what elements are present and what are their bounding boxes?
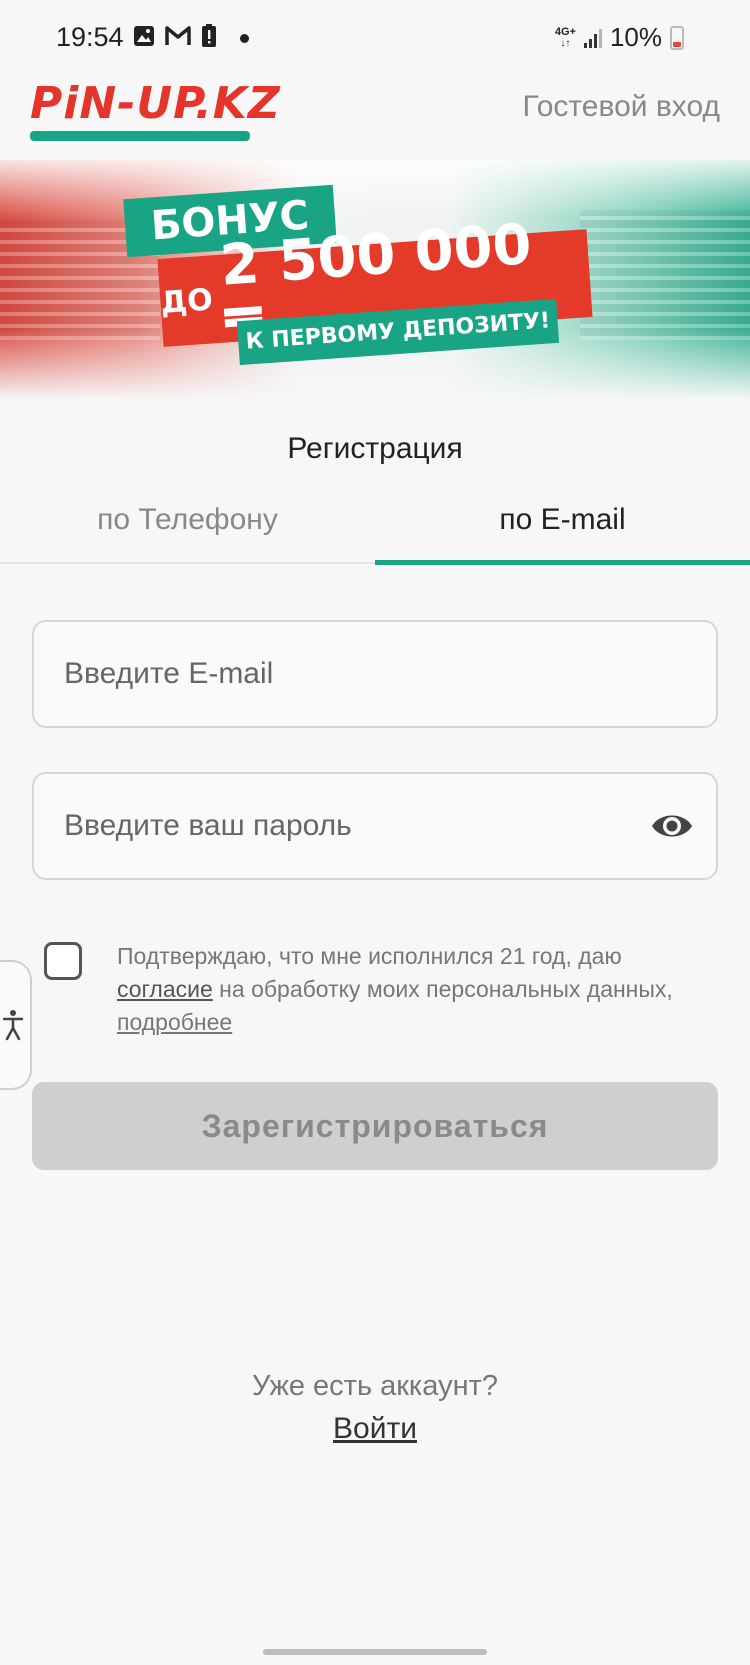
banner-amount-prefix: ДО (159, 281, 214, 321)
registration-tabs: по Телефону по E-mail (0, 498, 750, 565)
consent-checkbox[interactable] (44, 942, 82, 980)
consent-link[interactable]: согласие (117, 976, 213, 1002)
accessibility-icon (3, 1010, 23, 1041)
image-icon (134, 26, 154, 46)
guest-login-link[interactable]: Гостевой вход (522, 90, 720, 124)
logo-text: PiN-UP.KZ (30, 78, 281, 129)
password-input[interactable] (34, 774, 716, 878)
password-field[interactable] (32, 772, 718, 880)
pinup-logo[interactable]: PiN-UP.KZ (30, 78, 281, 141)
page-title: Регистрация (287, 432, 463, 465)
home-indicator[interactable] (263, 1649, 487, 1655)
more-link[interactable]: подробнее (117, 1009, 232, 1035)
network-type: 4G+ ↓↑ (554, 25, 576, 49)
bonus-banner[interactable]: БОНУС ДО 2 500 000 ₸ К ПЕРВОМУ ДЕПОЗИТУ! (0, 160, 750, 400)
logo-underline (30, 131, 250, 141)
signal-icon (583, 28, 602, 48)
battery-alert-icon (202, 24, 216, 47)
status-bar: 19:54 4G+ ↓↑ 10% (0, 0, 750, 76)
register-button[interactable]: Зарегистрироваться (32, 1082, 718, 1170)
accessibility-tab[interactable] (0, 960, 32, 1090)
tab-phone[interactable]: по Телефону (0, 498, 375, 562)
stadium-right-decoration (580, 210, 750, 340)
email-input[interactable] (34, 622, 716, 726)
login-link[interactable]: Войти (0, 1412, 750, 1446)
consent-text: Подтверждаю, что мне исполнился 21 год, … (117, 943, 673, 1035)
tab-email[interactable]: по E-mail (375, 498, 750, 565)
eye-icon[interactable] (650, 808, 694, 844)
have-account-text: Уже есть аккаунт? (252, 1370, 498, 1402)
battery-icon (670, 25, 684, 50)
gmail-icon (165, 26, 191, 45)
status-time: 19:54 (56, 22, 124, 52)
battery-percent: 10% (609, 22, 662, 52)
notification-dot-icon (240, 34, 249, 43)
email-field[interactable] (32, 620, 718, 728)
